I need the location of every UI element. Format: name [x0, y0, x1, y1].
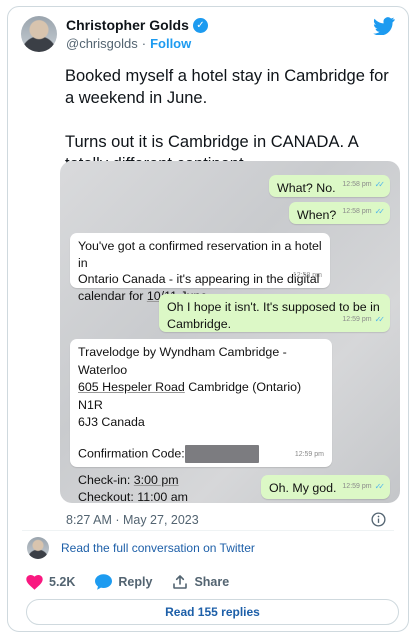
double-check-icon: ✓✓	[374, 206, 386, 216]
chat-bubble-outgoing: Oh I hope it isn't. It's supposed to be …	[159, 294, 390, 332]
like-button[interactable]: 5.2K	[26, 574, 76, 590]
tweet-text: Booked myself a hotel stay in Cambridge …	[65, 67, 389, 173]
redacted-confirmation-code	[184, 444, 259, 463]
checkin-time-link[interactable]: 3:00 pm	[134, 473, 179, 487]
confirmation-label: Confirmation Code:	[78, 445, 185, 460]
chat-time: 12:59 pm	[342, 482, 372, 490]
tweet-card: Christopher Golds ✓ @chrisgolds · Follow…	[7, 6, 409, 632]
chat-meta: 12:58 pm	[293, 268, 322, 285]
author-avatar[interactable]	[21, 16, 57, 52]
share-icon	[173, 575, 188, 589]
chat-bubble-outgoing: Oh. My god. 12:59 pm ✓✓	[261, 475, 390, 499]
double-check-icon: ✓✓	[374, 179, 386, 189]
follow-button[interactable]: Follow	[150, 36, 191, 51]
chat-message-text: You've got a confirmed reservation in a …	[78, 239, 322, 303]
separator: ·	[141, 36, 147, 51]
reply-button[interactable]: Reply	[95, 574, 152, 590]
address-link[interactable]: 605 Hespeler Road	[78, 380, 185, 394]
share-button[interactable]: Share	[172, 574, 229, 590]
twitter-bird-icon[interactable]	[373, 17, 395, 35]
read-conversation-link[interactable]: Read the full conversation on Twitter	[61, 541, 255, 555]
chat-time: 12:58 pm	[292, 271, 322, 279]
heart-icon	[26, 574, 43, 590]
confirmation-line: Confirmation Code:	[78, 444, 324, 463]
chat-time: 12:59 pm	[342, 315, 372, 323]
share-label: Share	[194, 575, 230, 589]
author-name-row: Christopher Golds ✓	[66, 17, 208, 33]
chat-message-text: When?	[297, 208, 337, 222]
read-replies-button[interactable]: Read 155 replies	[26, 599, 399, 625]
reply-label: Reply	[118, 575, 153, 589]
chat-meta: 12:59 pm ✓✓	[342, 479, 386, 496]
action-bar: 5.2K Reply Share	[26, 574, 249, 590]
tweet-media-screenshot[interactable]: What? No. 12:58 pm ✓✓ When? 12:58 pm ✓✓ Yo…	[60, 161, 400, 503]
hotel-address-line: 605 Hespeler Road Cambridge (Ontario) N1…	[78, 379, 324, 414]
author-avatar-small[interactable]	[27, 537, 49, 559]
chat-time: 12:59 pm	[294, 450, 324, 458]
reply-bubble-icon	[95, 574, 113, 590]
divider	[22, 530, 394, 531]
chat-bubble-outgoing: What? No. 12:58 pm ✓✓	[269, 175, 390, 197]
chat-time: 12:58 pm	[342, 180, 372, 188]
chat-time: 12:58 pm	[342, 207, 372, 215]
hotel-postcode-line: 6J3 Canada	[78, 415, 145, 429]
double-check-icon: ✓✓	[374, 481, 386, 491]
chat-bubble-incoming: You've got a confirmed reservation in a …	[70, 233, 330, 303]
chat-bubble-outgoing: When? 12:58 pm ✓✓	[289, 202, 390, 224]
checkin-label: Check-in:	[78, 472, 134, 487]
verified-badge-icon: ✓	[192, 17, 208, 33]
chat-meta: 12:58 pm ✓✓	[342, 204, 386, 221]
chat-bubble-incoming: Travelodge by Wyndham Cambridge - Waterl…	[70, 339, 332, 503]
chat-meta: 12:58 pm ✓✓	[342, 177, 386, 194]
chat-message-text: Oh. My god.	[269, 481, 337, 495]
info-icon[interactable]	[371, 512, 386, 527]
author-handle[interactable]: @chrisgolds	[66, 36, 138, 51]
author-handle-row: @chrisgolds · Follow	[66, 36, 191, 51]
double-check-icon: ✓✓	[374, 314, 386, 324]
chat-meta: 12:59 pm ✓✓	[342, 312, 386, 329]
hotel-name-line: Travelodge by Wyndham Cambridge - Waterl…	[78, 345, 287, 377]
chat-message-text: What? No.	[277, 181, 336, 195]
chat-meta: 12:59 pm	[295, 446, 324, 464]
like-count: 5.2K	[49, 575, 76, 589]
author-name[interactable]: Christopher Golds	[66, 17, 189, 33]
tweet-timestamp[interactable]: 8:27 AM · May 27, 2023	[66, 513, 199, 527]
